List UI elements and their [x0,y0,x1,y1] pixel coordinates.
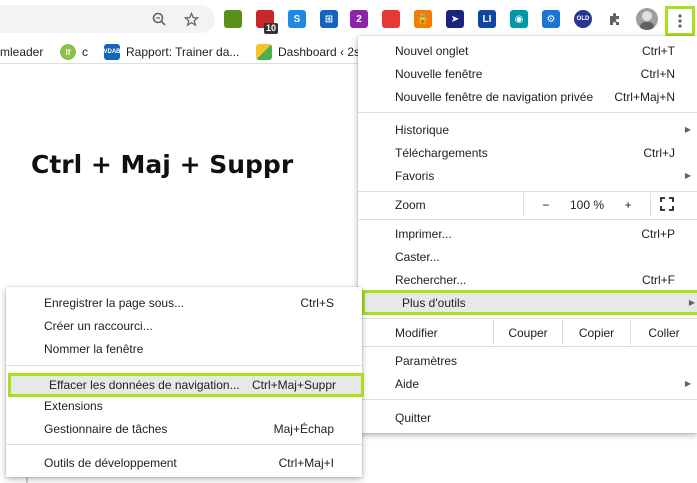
bookmark-favicon [256,44,272,60]
puzzle-icon[interactable] [607,11,623,30]
kebab-menu-icon [678,14,682,28]
linkedin-extension-icon[interactable]: LI [478,10,496,28]
chevron-right-icon: ▶ [684,171,691,180]
eyedropper-extension-icon[interactable] [224,10,242,28]
calendar-extension-icon[interactable]: 10 [256,10,278,34]
menu-item-new-private-window[interactable]: Nouvelle fenêtre de navigation privée Ct… [358,85,697,108]
bookmark-favicon: VDAB [104,44,121,60]
chrome-main-menu: Nouvel onglet Ctrl+T Nouvelle fenêtre Ct… [358,36,697,433]
paste-button[interactable]: Coller [630,320,697,345]
bookmark-item[interactable]: lf c [60,43,88,61]
zoom-control: − 100 % + [523,193,651,216]
zoom-icon[interactable] [146,5,172,33]
menu-separator [358,219,697,220]
skype-extension-icon[interactable]: S [288,10,306,28]
menu-separator [358,191,697,192]
bookmark-item[interactable]: VDAB Rapport: Trainer da... [104,43,239,61]
more-tools-submenu: Enregistrer la page sous... Ctrl+S Créer… [6,287,364,477]
bookmark-item[interactable]: mleader [0,43,43,61]
keyboard-extension-icon[interactable]: ⚙ [542,10,560,28]
menu-item-history[interactable]: Historique ▶ [358,118,697,141]
submenu-item-save-page[interactable]: Enregistrer la page sous... Ctrl+S [6,291,362,314]
submenu-item-dev-tools[interactable]: Outils de développement Ctrl+Maj+I [6,451,362,474]
lock-extension-icon[interactable]: 🔒 [414,10,432,28]
fullscreen-icon[interactable] [660,197,674,211]
zoom-level: 100 % [569,197,604,212]
menu-item-cast[interactable]: Caster... [358,245,697,268]
menu-separator [358,112,697,113]
cut-button[interactable]: Couper [493,320,562,345]
puzzle-2-extension-icon[interactable]: 2 [350,10,368,28]
page-title: Ctrl + Maj + Suppr [31,150,294,179]
menu-item-print[interactable]: Imprimer... Ctrl+P [358,222,697,245]
menu-item-help[interactable]: Aide ▶ [358,372,697,395]
chevron-right-icon: ▶ [684,379,691,388]
chevron-right-icon: ▶ [684,125,691,134]
menu-item-more-tools[interactable]: Plus d'outils ▶ [362,290,697,315]
menu-item-new-window[interactable]: Nouvelle fenêtre Ctrl+N [358,62,697,85]
menu-item-downloads[interactable]: Téléchargements Ctrl+J [358,141,697,164]
submenu-item-extensions[interactable]: Extensions [6,394,362,417]
bookmark-favicon: lf [60,44,76,60]
menu-item-quit[interactable]: Quitter [358,406,697,429]
zoom-in-button[interactable]: + [625,198,632,212]
layers-extension-icon[interactable] [382,10,400,28]
old-extension-icon[interactable]: OLD [574,10,592,28]
menu-separator [358,346,697,347]
menu-separator [358,399,697,400]
extension-badge: 10 [263,23,278,34]
zoom-row: Zoom − 100 % + [358,193,697,216]
zoom-label: Zoom [395,197,426,212]
edit-label: Modifier [395,325,438,340]
avatar[interactable] [636,8,658,30]
zoom-out-button[interactable]: − [542,198,549,212]
copy-button[interactable]: Copier [562,320,630,345]
submenu-item-task-manager[interactable]: Gestionnaire de tâches Maj+Échap [6,417,362,440]
menu-separator [6,444,362,445]
submenu-item-create-shortcut[interactable]: Créer un raccourci... [6,314,362,337]
menu-separator [6,365,362,366]
grid-extension-icon[interactable]: ⊞ [320,10,338,28]
chrome-menu-button[interactable] [665,6,695,36]
submenu-item-name-window[interactable]: Nommer la fenêtre [6,337,362,360]
menu-separator [358,318,697,319]
browser-toolbar: 10 S ⊞ 2 🔒 ➤ LI ◉ ⚙ OLD [0,0,697,38]
cursor-extension-icon[interactable]: ➤ [446,10,464,28]
menu-item-find[interactable]: Rechercher... Ctrl+F [358,268,697,291]
menu-item-bookmarks[interactable]: Favoris ▶ [358,164,697,187]
star-icon[interactable] [178,5,204,33]
menu-item-settings[interactable]: Paramètres [358,349,697,372]
menu-item-new-tab[interactable]: Nouvel onglet Ctrl+T [358,39,697,62]
address-bar[interactable] [0,5,215,33]
bookmark-item[interactable]: Dashboard ‹ 2s [256,43,360,61]
edit-row: Modifier Couper Copier Coller [358,320,697,345]
camera-extension-icon[interactable]: ◉ [510,10,528,28]
chevron-right-icon: ▶ [688,298,695,307]
